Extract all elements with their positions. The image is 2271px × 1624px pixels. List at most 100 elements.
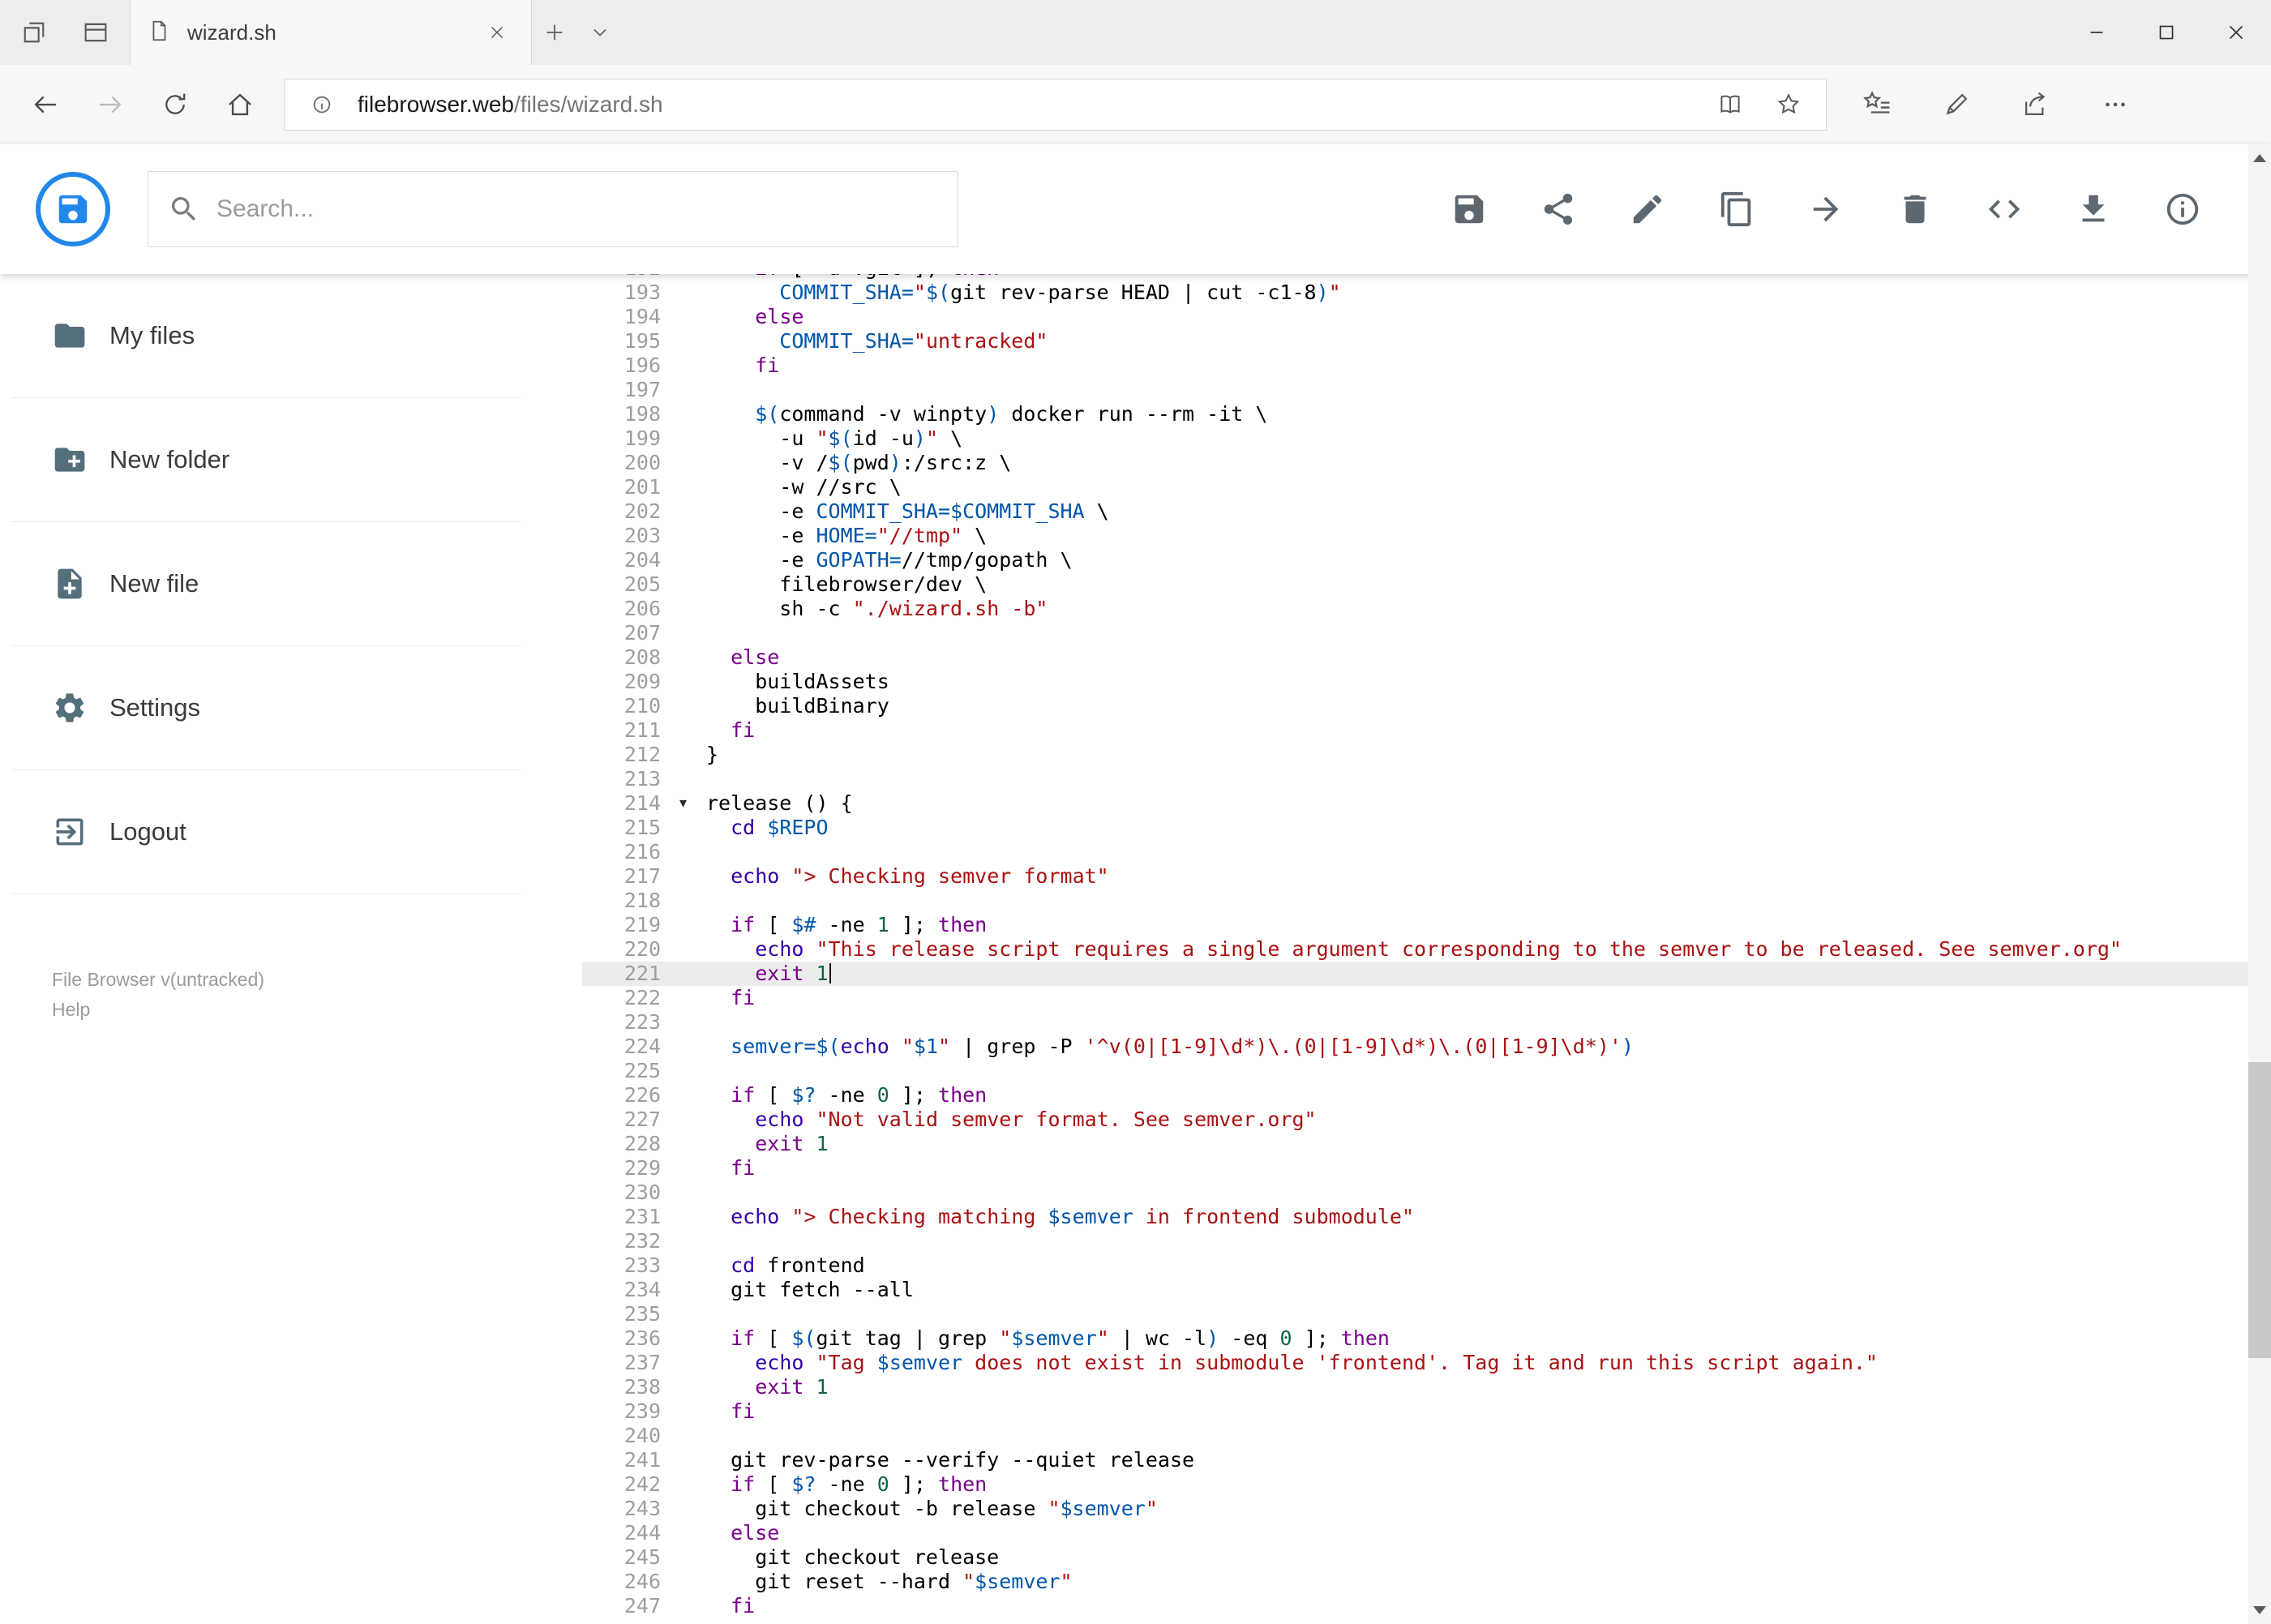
rename-button[interactable]: [1629, 191, 1666, 228]
code-line[interactable]: 210 buildBinary: [582, 694, 2271, 718]
code-line[interactable]: 241 git rev-parse --verify --quiet relea…: [582, 1448, 2271, 1472]
code-line[interactable]: 204 -e GOPATH=//tmp/gopath \: [582, 548, 2271, 572]
code-line[interactable]: 225: [582, 1059, 2271, 1083]
sidebar-item-new-folder[interactable]: New folder: [11, 398, 521, 522]
code-line[interactable]: 209 buildAssets: [582, 670, 2271, 694]
code-line[interactable]: 243 git checkout -b release "$semver": [582, 1497, 2271, 1521]
code-line[interactable]: 193 COMMIT_SHA="$(git rev-parse HEAD | c…: [582, 281, 2271, 305]
refresh-button[interactable]: [143, 72, 208, 137]
code-line[interactable]: 195 COMMIT_SHA="untracked": [582, 329, 2271, 354]
code-line[interactable]: 201 -w //src \: [582, 475, 2271, 499]
sidebar-item-logout[interactable]: Logout: [11, 770, 521, 894]
browser-tab[interactable]: wizard.sh: [131, 0, 532, 65]
code-line[interactable]: 198 $(command -v winpty) docker run --rm…: [582, 402, 2271, 426]
code-line[interactable]: 235: [582, 1302, 2271, 1326]
code-line[interactable]: 219 if [ $# -ne 1 ]; then: [582, 913, 2271, 937]
code-line[interactable]: 244 else: [582, 1521, 2271, 1545]
tab-list-chevron-icon[interactable]: [577, 0, 623, 65]
code-line[interactable]: 213: [582, 767, 2271, 791]
share-icon[interactable]: [2007, 75, 2065, 134]
hub-favorites-icon[interactable]: [1848, 75, 1906, 134]
new-tab-button[interactable]: [532, 0, 577, 65]
move-button[interactable]: [1807, 191, 1845, 228]
annotate-pen-icon[interactable]: [1927, 75, 1986, 134]
minimize-button[interactable]: [2062, 0, 2132, 65]
maximize-button[interactable]: [2132, 0, 2201, 65]
code-line[interactable]: 215 cd $REPO: [582, 816, 2271, 840]
code-line[interactable]: 227 echo "Not valid semver format. See s…: [582, 1108, 2271, 1132]
code-line[interactable]: 232: [582, 1229, 2271, 1253]
page-scrollbar[interactable]: [2248, 144, 2271, 1624]
code-line[interactable]: 207: [582, 621, 2271, 645]
copy-button[interactable]: [1718, 191, 1755, 228]
code-line[interactable]: 223: [582, 1010, 2271, 1035]
code-line[interactable]: 216: [582, 840, 2271, 864]
code-line[interactable]: 214 ▾ release () {: [582, 791, 2271, 816]
save-button[interactable]: [1450, 191, 1488, 228]
code-line[interactable]: 236 if [ $(git tag | grep "$semver" | wc…: [582, 1326, 2271, 1351]
code-line[interactable]: 203 -e HOME="//tmp" \: [582, 524, 2271, 548]
code-line[interactable]: 226 if [ $? -ne 0 ]; then: [582, 1083, 2271, 1108]
scrollbar-thumb[interactable]: [2248, 1061, 2271, 1358]
sidebar-item-new-file[interactable]: New file: [11, 522, 521, 646]
code-line[interactable]: 199 -u "$(id -u)" \: [582, 426, 2271, 451]
help-link[interactable]: Help: [52, 995, 264, 1025]
code-line[interactable]: 240: [582, 1424, 2271, 1448]
code-line[interactable]: 238 exit 1: [582, 1375, 2271, 1399]
fold-marker-icon[interactable]: ▾: [679, 791, 687, 816]
code-line[interactable]: 192 if [ -d .git ]; then: [582, 274, 2271, 281]
sidebar-item-my-files[interactable]: My files: [11, 274, 521, 398]
code-line[interactable]: 233 cd frontend: [582, 1253, 2271, 1278]
set-tabs-aside-icon[interactable]: [13, 11, 55, 54]
code-line[interactable]: 246 git reset --hard "$semver": [582, 1570, 2271, 1594]
forward-button[interactable]: [78, 72, 143, 137]
close-button[interactable]: [2201, 0, 2271, 65]
scroll-down-icon[interactable]: [2248, 1596, 2271, 1624]
site-info-icon[interactable]: [299, 82, 345, 127]
code-line[interactable]: 221 exit 1: [582, 962, 2271, 986]
sidebar-item-settings[interactable]: Settings: [11, 646, 521, 770]
code-line[interactable]: 245 git checkout release: [582, 1545, 2271, 1570]
code-line[interactable]: 242 if [ $? -ne 0 ]; then: [582, 1472, 2271, 1497]
home-button[interactable]: [208, 72, 272, 137]
address-bar[interactable]: filebrowser.web/files/wizard.sh: [284, 79, 1827, 131]
code-line[interactable]: 234 git fetch --all: [582, 1278, 2271, 1302]
code-line[interactable]: 220 echo "This release script requires a…: [582, 937, 2271, 962]
share-button[interactable]: [1540, 191, 1577, 228]
scroll-up-icon[interactable]: [2248, 144, 2271, 172]
code-line[interactable]: 212}: [582, 743, 2271, 767]
code-line[interactable]: 222 fi: [582, 986, 2271, 1010]
favorite-star-icon[interactable]: [1766, 82, 1811, 127]
code-line[interactable]: 205 filebrowser/dev \: [582, 572, 2271, 597]
code-line[interactable]: 229 fi: [582, 1156, 2271, 1181]
code-line[interactable]: 217 echo "> Checking semver format": [582, 864, 2271, 889]
code-line[interactable]: 202 -e COMMIT_SHA=$COMMIT_SHA \: [582, 499, 2271, 524]
info-button[interactable]: [2164, 191, 2201, 228]
search-box[interactable]: [148, 171, 958, 247]
code-editor[interactable]: 192 if [ -d .git ]; then193 COMMIT_SHA="…: [582, 274, 2271, 1624]
more-actions-icon[interactable]: [2086, 75, 2145, 134]
code-line[interactable]: 237 echo "Tag $semver does not exist in …: [582, 1351, 2271, 1375]
code-line[interactable]: 247 fi: [582, 1594, 2271, 1618]
code-line[interactable]: 196 fi: [582, 354, 2271, 378]
tab-close-icon[interactable]: [479, 0, 515, 65]
code-line[interactable]: 197: [582, 378, 2271, 402]
tabs-preview-icon[interactable]: [75, 11, 117, 54]
code-line[interactable]: 200 -v /$(pwd):/src:z \: [582, 451, 2271, 475]
code-line[interactable]: 218: [582, 889, 2271, 913]
search-input[interactable]: [216, 195, 938, 223]
code-view-button[interactable]: [1986, 191, 2023, 228]
reading-view-icon[interactable]: [1708, 82, 1753, 127]
code-line[interactable]: 206 sh -c "./wizard.sh -b": [582, 597, 2271, 621]
back-button[interactable]: [13, 72, 78, 137]
code-line[interactable]: 211 fi: [582, 718, 2271, 743]
code-line[interactable]: 230: [582, 1181, 2271, 1205]
code-line[interactable]: 224 semver=$(echo "$1" | grep -P '^v(0|[…: [582, 1035, 2271, 1059]
delete-button[interactable]: [1896, 191, 1934, 228]
filebrowser-logo[interactable]: [36, 172, 110, 246]
code-line[interactable]: 228 exit 1: [582, 1132, 2271, 1156]
code-line[interactable]: 208 else: [582, 645, 2271, 670]
code-line[interactable]: 194 else: [582, 305, 2271, 329]
code-line[interactable]: 231 echo "> Checking matching $semver in…: [582, 1205, 2271, 1229]
download-button[interactable]: [2075, 191, 2112, 228]
